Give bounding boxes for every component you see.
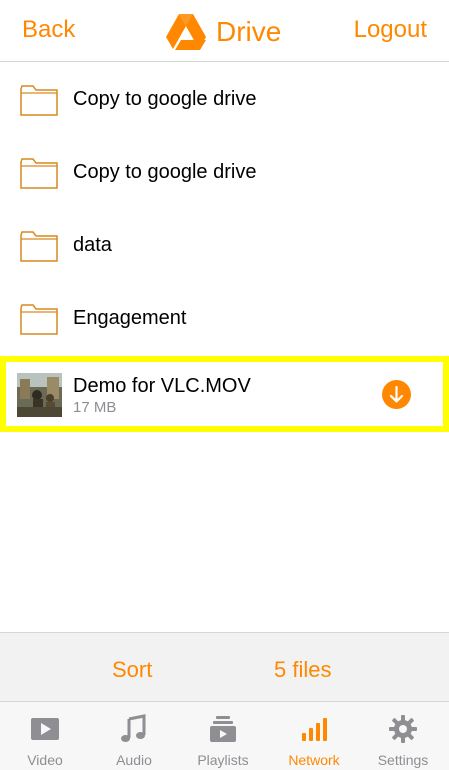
- tab-label: Audio: [116, 752, 152, 768]
- music-note-icon: [121, 714, 146, 742]
- file-list: Copy to google drive Copy to google driv…: [0, 63, 449, 432]
- folder-icon: [20, 304, 58, 335]
- signal-bars-icon: [302, 718, 327, 741]
- tab-bar: Video Audio Playlists Network Settings: [0, 702, 449, 770]
- logout-button[interactable]: Logout: [354, 16, 427, 44]
- navigation-bar: Back Drive Logout: [0, 0, 449, 62]
- tab-playlists[interactable]: Playlists: [178, 702, 268, 770]
- sort-button[interactable]: Sort: [112, 657, 152, 683]
- tab-label: Video: [27, 752, 63, 768]
- download-icon: [389, 385, 404, 403]
- download-button[interactable]: [382, 380, 411, 409]
- playlist-icon: [210, 716, 236, 742]
- tab-label: Playlists: [197, 752, 249, 768]
- tab-label: Settings: [377, 752, 429, 768]
- list-item[interactable]: data: [0, 209, 449, 282]
- video-icon: [31, 718, 59, 740]
- file-name: Demo for VLC.MOV: [73, 375, 251, 397]
- tab-video[interactable]: Video: [0, 702, 90, 770]
- folder-icon: [20, 231, 58, 262]
- google-drive-icon: [166, 14, 206, 50]
- page-title-text: Drive: [216, 16, 282, 47]
- folder-icon: [20, 85, 58, 116]
- file-list-item[interactable]: Demo for VLC.MOV 17 MB: [0, 356, 449, 432]
- tab-settings[interactable]: Settings: [358, 702, 448, 770]
- list-item[interactable]: Copy to google drive: [0, 63, 449, 136]
- list-item-label: Copy to google drive: [73, 161, 257, 183]
- list-item[interactable]: Engagement: [0, 282, 449, 355]
- list-item[interactable]: Copy to google drive: [0, 136, 449, 209]
- folder-icon: [20, 158, 58, 189]
- video-thumbnail: [17, 373, 62, 417]
- list-item-label: data: [73, 234, 112, 256]
- file-size: 17 MB: [73, 399, 117, 416]
- page-title: Drive: [166, 12, 281, 52]
- back-button[interactable]: Back: [22, 16, 75, 44]
- list-footer: Sort 5 files: [0, 632, 449, 702]
- tab-network[interactable]: Network: [269, 702, 359, 770]
- tab-audio[interactable]: Audio: [89, 702, 179, 770]
- file-count: 5 files: [274, 657, 332, 682]
- list-item-label: Copy to google drive: [73, 88, 257, 110]
- gear-icon: [389, 715, 417, 743]
- tab-label: Network: [288, 752, 340, 768]
- list-item-label: Engagement: [73, 307, 187, 329]
